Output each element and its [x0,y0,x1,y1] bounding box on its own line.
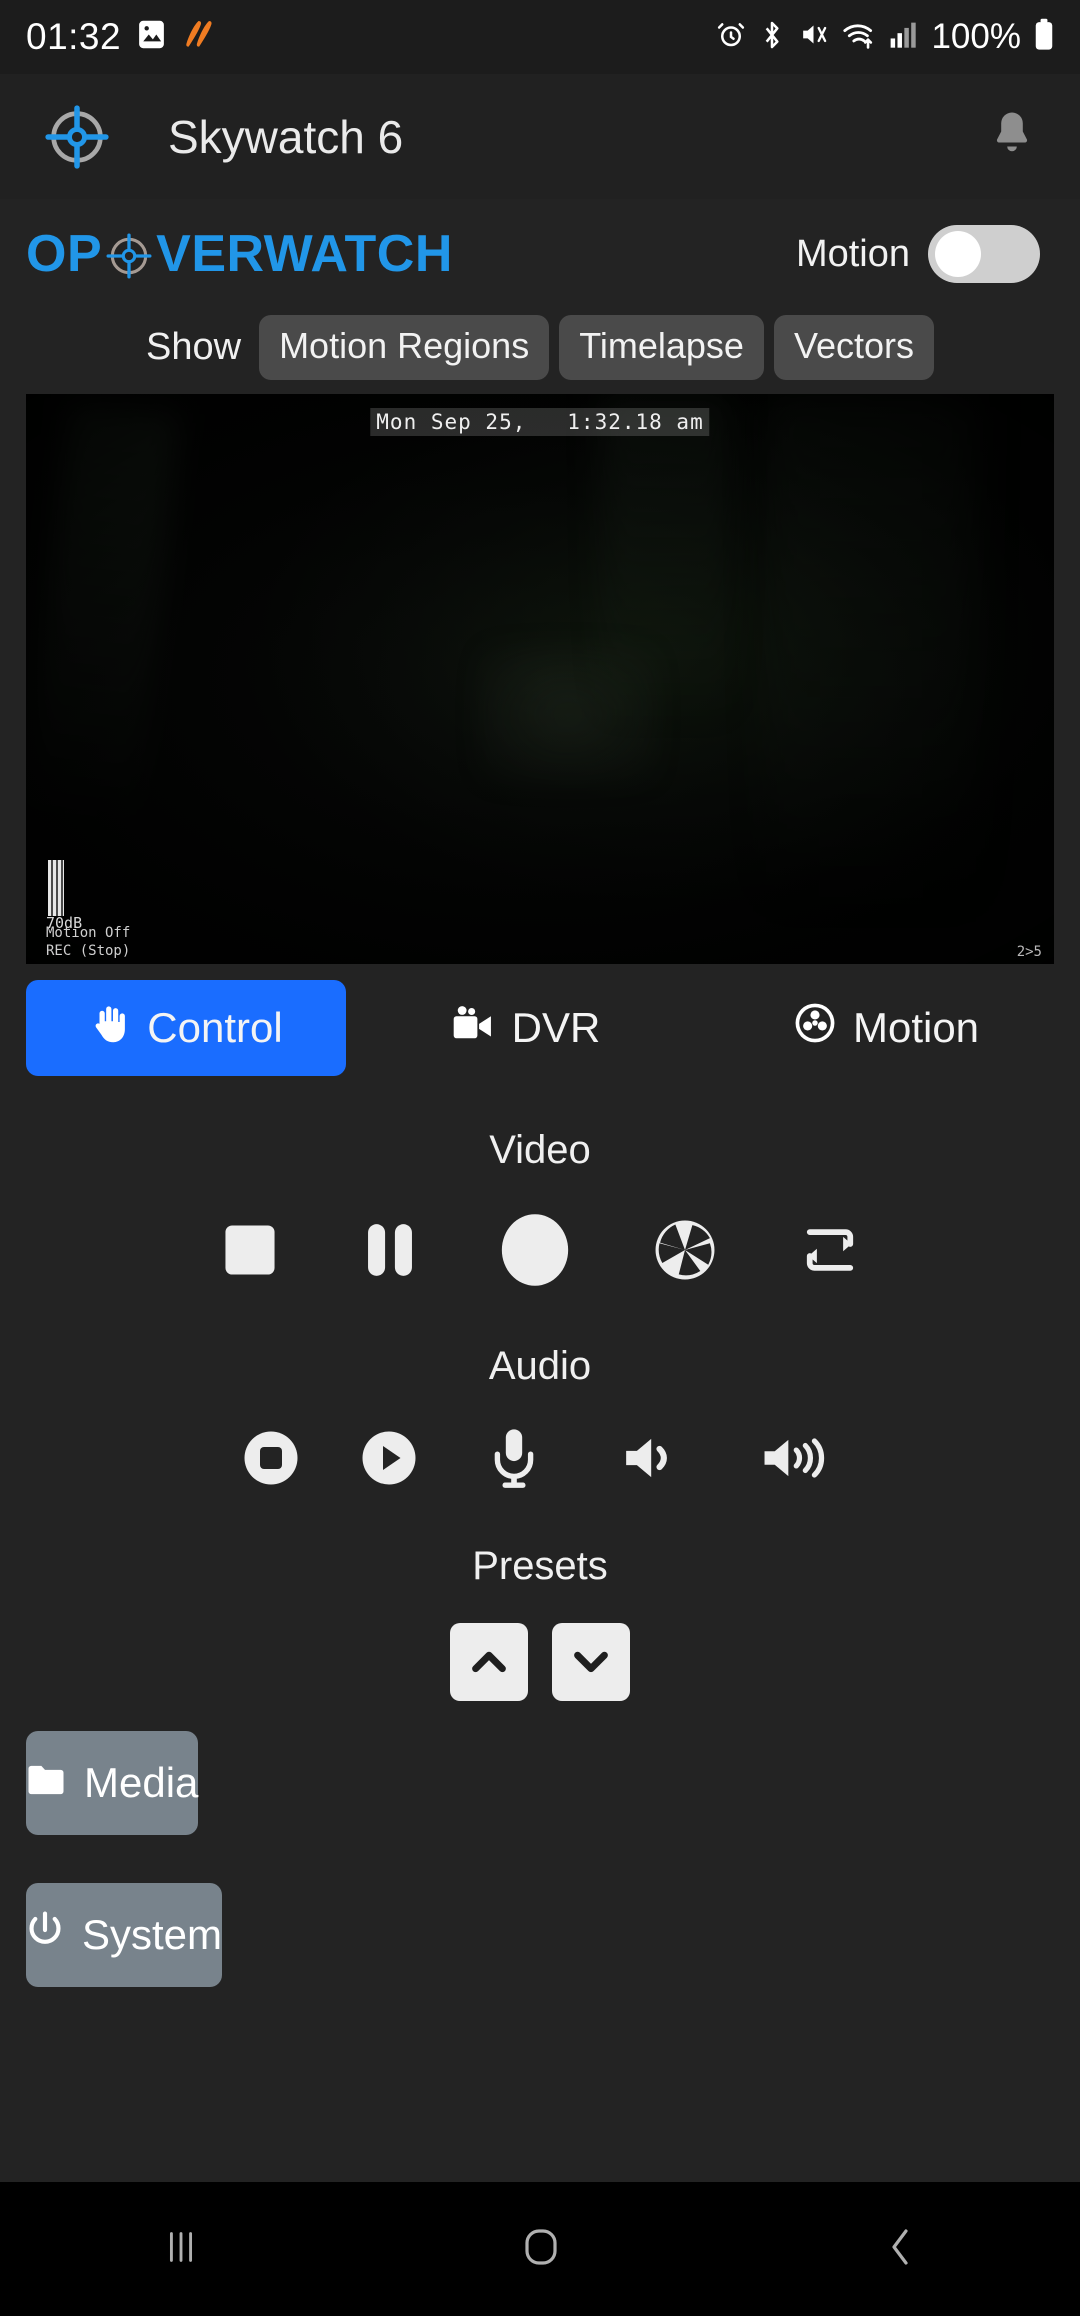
record-circle-icon [496,1211,574,1292]
audio-volume-high-button[interactable] [720,1430,868,1489]
aperture-icon [651,1216,719,1287]
audio-stop-button[interactable] [212,1428,330,1491]
chevron-up-icon [466,1638,512,1687]
brand-row: OP VERWATCH Motion [0,199,1080,309]
brand-logotype: OP VERWATCH [26,224,453,284]
media-button-label: Media [84,1759,199,1806]
media-button[interactable]: Media [26,1731,199,1835]
video-status-overlay: Motion Off REC (Stop) [46,925,130,960]
folder-icon [26,1759,66,1807]
tab-dvr[interactable]: DVR [346,980,706,1076]
preset-down-button[interactable] [552,1623,630,1701]
audio-controls-row [0,1427,1080,1492]
tab-control-label: Control [147,1004,283,1051]
status-bar-left: 01:32 [26,16,218,58]
video-corner-info: 2>5 [1016,944,1042,960]
film-reel-icon [793,1001,837,1055]
audio-mic-button[interactable] [448,1427,580,1492]
audio-level-meter [48,860,64,916]
play-circle-icon [359,1428,419,1491]
back-icon[interactable] [878,2223,922,2276]
video-vignette [26,394,1054,964]
crosshair-logo-icon [44,104,110,170]
video-section-title: Video [489,1128,591,1172]
video-record-button[interactable] [460,1211,610,1292]
motion-toggle-label: Motion [795,232,910,275]
crosshair-mark-icon [104,231,154,281]
tab-motion[interactable]: Motion [706,980,1066,1076]
tab-control[interactable]: Control [26,980,346,1076]
video-status-rec: REC (Stop) [46,942,131,959]
system-button-label: System [82,1911,223,1958]
glide-logo-icon [182,18,218,56]
audio-play-button[interactable] [330,1428,448,1491]
presets-controls-row [0,1623,1080,1701]
cell-signal-icon [889,20,917,54]
show-timelapse-button[interactable]: Timelapse [559,315,764,380]
image-icon [135,18,168,56]
app-screen: 01:32 100% Skywatch 6 OP VERWATCH Motion… [0,0,1080,2316]
page-title: Skywatch 6 [168,110,404,163]
power-icon [26,1909,64,1961]
tab-bar: Control DVR Motion [26,980,1054,1076]
bluetooth-icon [759,19,785,56]
status-bar: 01:32 100% [0,0,1080,74]
video-snapshot-button[interactable] [610,1216,760,1287]
presets-section-title: Presets [472,1544,608,1588]
motion-toggle-knob [935,231,981,277]
battery-icon [1034,18,1054,56]
recents-icon[interactable] [158,2224,204,2275]
alarm-icon [716,20,746,55]
volume-low-icon [619,1430,681,1489]
app-bar: Skywatch 6 [0,74,1080,199]
system-button[interactable]: System [26,1883,223,1987]
hand-icon [89,1000,131,1056]
stop-circle-icon [241,1428,301,1491]
bell-icon[interactable] [988,108,1036,165]
show-motion-regions-button[interactable]: Motion Regions [259,315,550,380]
volume-high-icon [760,1430,828,1489]
audio-volume-low-button[interactable] [580,1430,720,1489]
video-stop-button[interactable] [180,1219,320,1284]
video-swap-button[interactable] [760,1222,900,1281]
android-nav-bar [0,2182,1080,2316]
swap-repeat-icon [799,1222,861,1281]
show-row: Show Motion Regions Timelapse Vectors [0,309,1080,390]
audio-section-title: Audio [488,1344,592,1388]
pause-icon [359,1219,421,1284]
stop-square-icon [219,1219,281,1284]
preset-up-button[interactable] [450,1623,528,1701]
video-pause-button[interactable] [320,1219,460,1284]
mute-icon [798,19,829,55]
microphone-icon [491,1427,537,1492]
chevron-down-icon [568,1638,614,1687]
motion-toggle-switch[interactable] [928,225,1040,283]
camera-video-feed[interactable]: Mon Sep 25, 1:32.18 am 70dB Motion Off R… [26,394,1054,964]
video-controls-row [0,1211,1080,1292]
status-time: 01:32 [26,16,122,57]
tab-motion-label: Motion [852,1004,980,1051]
status-bar-right: 100% [716,17,1054,57]
tab-dvr-label: DVR [511,1004,601,1051]
home-icon[interactable] [519,2223,563,2276]
brand-suffix: VERWATCH [156,225,453,283]
brand-prefix: OP [26,225,103,283]
show-vectors-button[interactable]: Vectors [773,315,934,380]
battery-percent: 100% [931,17,1021,56]
show-label: Show [146,326,242,368]
video-timestamp-overlay: Mon Sep 25, 1:32.18 am [370,408,710,436]
wifi-icon [842,19,876,55]
video-status-motion: Motion Off [46,925,131,941]
video-camera-icon [452,1003,496,1053]
motion-toggle-group[interactable]: Motion [796,225,1054,283]
